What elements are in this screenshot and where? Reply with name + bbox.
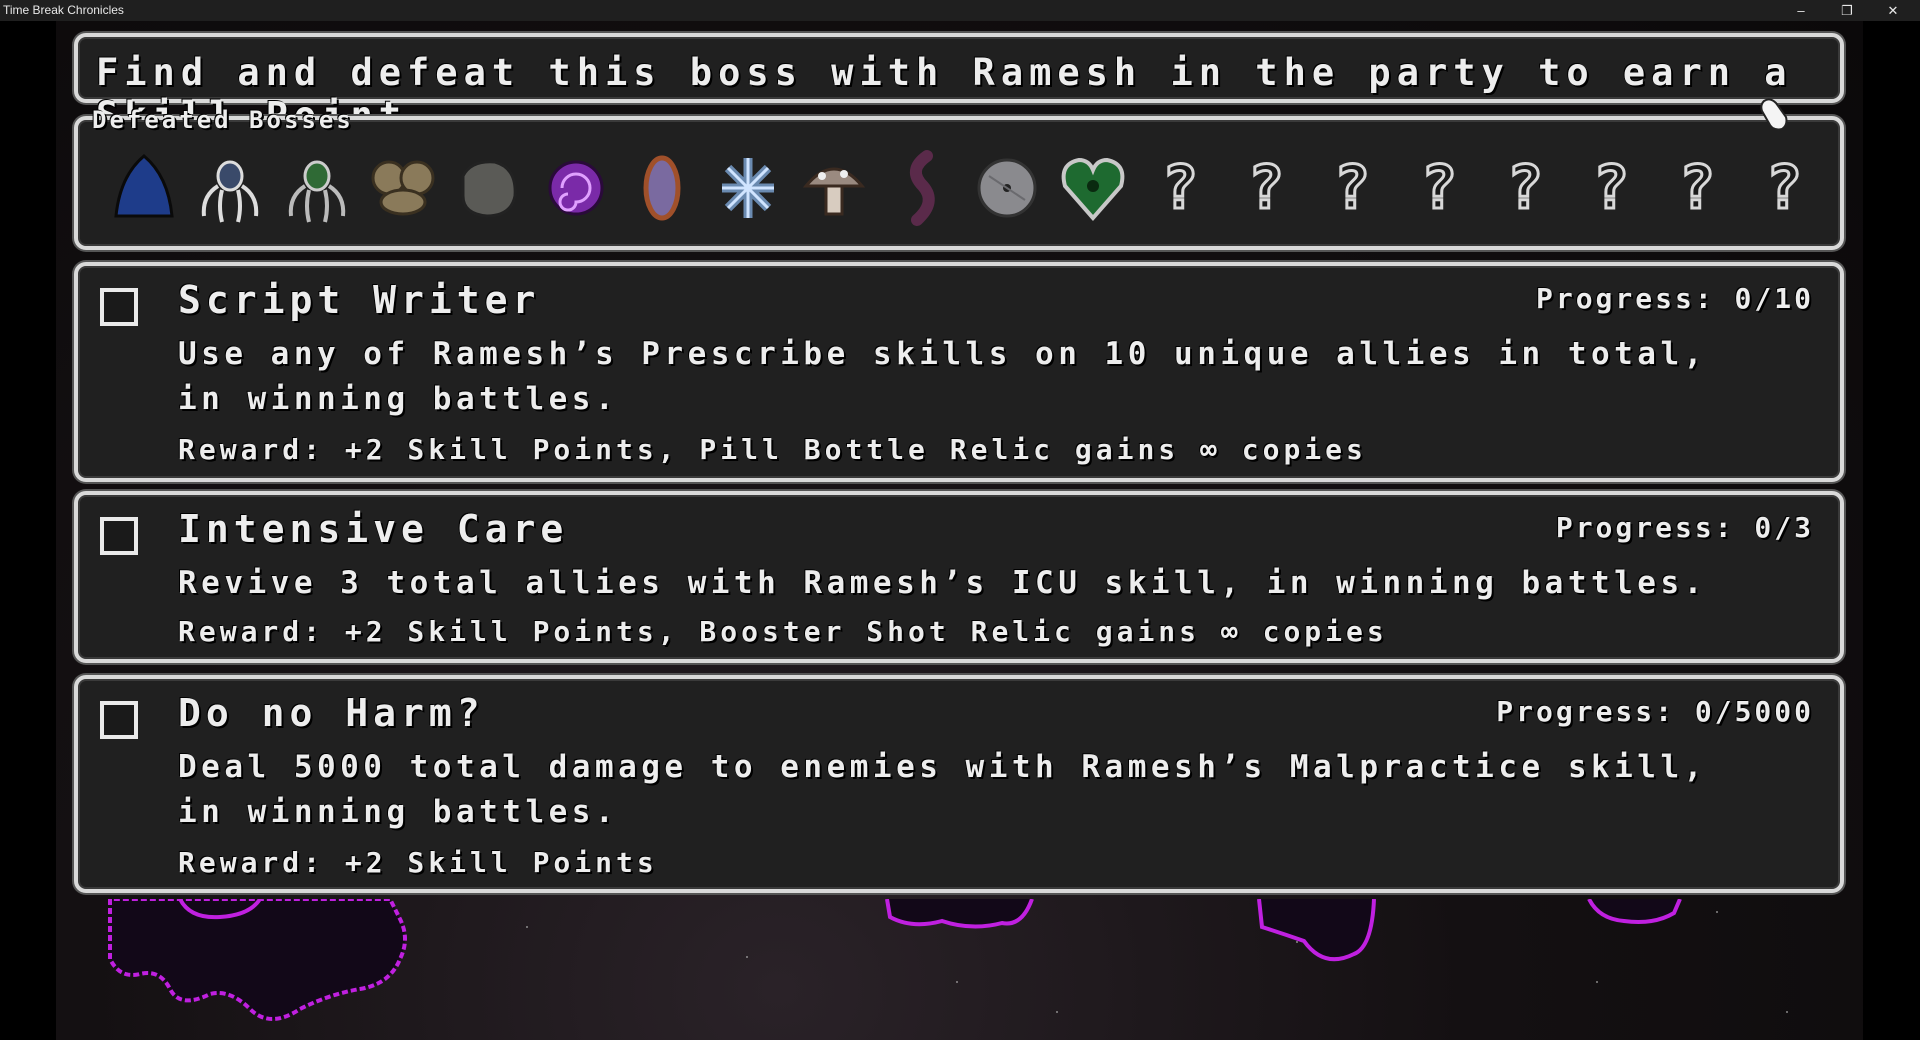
boss-slot-defeated[interactable] [279,146,355,230]
question-mark-icon: ? [1505,152,1544,225]
svg-text:?: ? [1593,153,1629,223]
boss-slot-unknown[interactable]: ? [1228,146,1304,230]
mirror-boss-icon [643,155,681,221]
star [1596,981,1598,983]
mushroom-boss-icon [802,167,866,216]
question-mark-icon: ? [1246,152,1285,225]
star [1786,1011,1788,1013]
boss-slot-defeated[interactable] [106,146,182,230]
void-island [885,899,1034,929]
void-island [1587,899,1682,924]
window-title: Time Break Chronicles [3,3,124,17]
svg-text:?: ? [1334,153,1370,223]
quest-card-do-no-harm: Do no Harm? Progress: 0/5000 Deal 5000 t… [74,675,1844,893]
question-mark-icon: ? [1419,152,1458,225]
quest-card-intensive-care: Intensive Care Progress: 0/3 Revive 3 to… [74,491,1844,663]
boss-slot-defeated[interactable] [451,146,527,230]
quest-reward: Reward: +2 Skill Points [178,846,658,879]
svg-text:?: ? [1679,153,1715,223]
question-mark-icon: ? [1591,152,1630,225]
blue-slime-boss-icon [114,154,174,218]
boss-slot-unknown[interactable]: ? [1314,146,1390,230]
boss-slot-unknown[interactable]: ? [1401,146,1477,230]
boss-slot-unknown[interactable]: ? [1746,146,1822,230]
void-island [108,899,407,1021]
boss-slot-unknown[interactable]: ? [1573,146,1649,230]
ice-crystal-boss-icon [722,158,774,218]
quest-progress: Progress: 0/3 [1555,511,1814,544]
close-button[interactable]: ✕ [1870,0,1916,21]
window-titlebar: Time Break Chronicles – ❐ ✕ [0,0,1920,21]
void-island [1257,899,1376,962]
stone-boss-icon [461,160,517,218]
boss-slot-defeated[interactable] [624,146,700,230]
tentacle-boss-icon [910,150,935,226]
defeated-bosses-label: Defeated Bosses [92,106,354,134]
svg-text:?: ? [1162,153,1198,223]
quest-reward: Reward: +2 Skill Points, Booster Shot Re… [178,615,1388,648]
boss-slot-defeated[interactable] [538,146,614,230]
boss-slot-defeated[interactable] [796,146,872,230]
pointer-glove-icon [1760,98,1788,131]
dark-spider-boss-icon [201,160,259,223]
minimize-button[interactable]: – [1778,0,1824,21]
quest-title: Intensive Care [178,507,569,551]
boss-slot-defeated[interactable] [883,146,959,230]
star [1716,911,1718,913]
letterbox-right [1863,21,1920,1040]
quest-progress: Progress: 0/5000 [1496,695,1814,728]
question-mark-icon: ? [1332,152,1371,225]
quest-card-script-writer: Script Writer Progress: 0/10 Use any of … [74,262,1844,482]
boss-slot-defeated[interactable] [969,146,1045,230]
boss-slot-defeated[interactable] [192,146,268,230]
quest-checkbox[interactable] [100,701,138,739]
quest-progress: Progress: 0/10 [1535,282,1814,315]
boss-slot-defeated[interactable] [710,146,786,230]
quest-description: Use any of Ramesh’s Prescribe skills on … [178,336,1707,417]
svg-text:?: ? [1421,153,1457,223]
disc-boss-icon [977,158,1037,218]
svg-text:?: ? [1248,153,1284,223]
letterbox-left [0,21,56,1040]
quest-reward: Reward: +2 Skill Points, Pill Bottle Rel… [178,433,1367,466]
purple-vortex-boss-icon [548,160,604,216]
twin-shell-boss-icon [371,160,435,216]
heart-boss-icon [1061,157,1125,222]
svg-text:?: ? [1507,153,1543,223]
quest-title: Do no Harm? [178,691,485,735]
quest-description: Revive 3 total allies with Ramesh’s ICU … [178,565,1707,601]
green-spider-boss-icon [288,160,346,223]
question-mark-icon: ? [1160,152,1199,225]
question-mark-icon: ? [1677,152,1716,225]
quest-description: Deal 5000 total damage to enemies with R… [178,749,1707,830]
boss-icon-row: ???????? [106,146,1816,230]
star [956,981,958,983]
boss-hint-panel: Find and defeat this boss with Ramesh in… [74,33,1844,137]
star [1056,1011,1058,1013]
quest-title: Script Writer [178,278,541,322]
defeated-bosses-panel: ???????? [74,116,1844,250]
boss-slot-unknown[interactable]: ? [1142,146,1218,230]
boss-slot-unknown[interactable]: ? [1487,146,1563,230]
question-mark-icon: ? [1764,152,1803,225]
restore-button[interactable]: ❐ [1824,0,1870,21]
svg-text:?: ? [1766,153,1802,223]
boss-slot-defeated[interactable] [365,146,441,230]
quest-checkbox[interactable] [100,288,138,326]
boss-slot-unknown[interactable]: ? [1659,146,1735,230]
boss-slot-defeated[interactable] [1055,146,1131,230]
quest-checkbox[interactable] [100,517,138,555]
star [746,956,748,958]
